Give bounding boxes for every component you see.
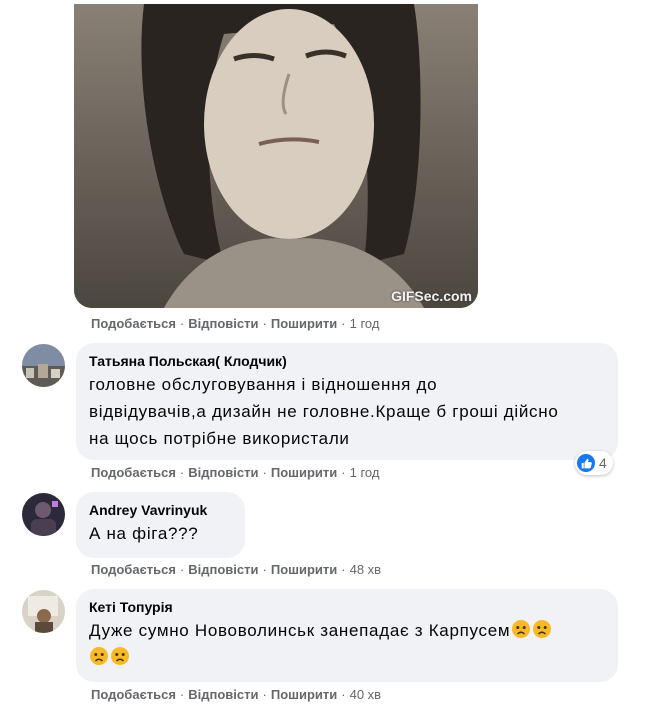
comment-bubble: Кеті Топурія Дуже сумно Нововолинськ зан… xyxy=(76,589,618,682)
comment-text-line: відвідувачів,а дизайн не головне.Краще б… xyxy=(89,402,559,421)
comment-author[interactable]: Кеті Топурія xyxy=(89,598,605,617)
separator-dot: · xyxy=(341,316,346,331)
comment-bubble: Татьяна Польская( Клодчик) головне обслу… xyxy=(76,343,618,460)
comment-timestamp[interactable]: 1 год xyxy=(350,316,380,331)
comment-timestamp[interactable]: 40 хв xyxy=(350,687,381,702)
avatar[interactable] xyxy=(22,590,65,633)
comment-text-line: А на фіга??? xyxy=(89,524,199,543)
share-button[interactable]: Поширити xyxy=(271,316,337,331)
comment-actions: Подобається · Відповісти · Поширити · 1 … xyxy=(91,316,379,331)
separator-dot: · xyxy=(179,687,185,702)
separator-dot: · xyxy=(262,562,267,577)
separator-dot: · xyxy=(262,316,267,331)
separator-dot: · xyxy=(341,562,346,577)
reaction-summary[interactable]: 4 xyxy=(575,451,613,475)
avatar[interactable] xyxy=(22,344,65,387)
reply-button[interactable]: Відповісти xyxy=(188,687,258,702)
comment-text-line: головне обслуговування і відношення до xyxy=(89,375,438,394)
comment-actions: Подобається · Відповісти · Поширити · 48… xyxy=(91,562,381,577)
comment-author[interactable]: Татьяна Польская( Клодчик) xyxy=(89,352,605,371)
comment-text-line xyxy=(89,644,605,671)
share-button[interactable]: Поширити xyxy=(271,465,337,480)
comment-author[interactable]: Andrey Vavrinyuk xyxy=(89,501,232,520)
share-button[interactable]: Поширити xyxy=(271,687,337,702)
like-icon xyxy=(577,454,595,472)
separator-dot: · xyxy=(262,465,267,480)
separator-dot: · xyxy=(179,316,185,331)
share-button[interactable]: Поширити xyxy=(271,562,337,577)
comment-text-line: Дуже сумно Нововолинськ занепадає з Карп… xyxy=(89,617,605,644)
sad-face-emoji-icon xyxy=(90,647,108,665)
like-button[interactable]: Подобається xyxy=(91,687,176,702)
separator-dot: · xyxy=(179,465,185,480)
gif-image xyxy=(74,4,478,308)
sad-face-emoji-icon xyxy=(111,647,129,665)
reaction-count: 4 xyxy=(599,455,607,471)
comment-actions: Подобається · Відповісти · Поширити · 40… xyxy=(91,687,381,702)
gif-watermark: GIFSec.com xyxy=(391,288,472,304)
reply-button[interactable]: Відповісти xyxy=(188,465,258,480)
comment-timestamp[interactable]: 1 год xyxy=(350,465,380,480)
comment-text: Дуже сумно Нововолинськ занепадає з Карп… xyxy=(89,621,511,640)
like-button[interactable]: Подобається xyxy=(91,562,176,577)
like-button[interactable]: Подобається xyxy=(91,316,176,331)
avatar[interactable] xyxy=(22,493,65,536)
separator-dot: · xyxy=(341,465,346,480)
reply-button[interactable]: Відповісти xyxy=(188,316,258,331)
sad-face-emoji-icon xyxy=(533,620,552,638)
separator-dot: · xyxy=(262,687,267,702)
comment-text-line: на щось потрібне використали xyxy=(89,429,350,448)
like-button[interactable]: Подобається xyxy=(91,465,176,480)
separator-dot: · xyxy=(179,562,185,577)
comment-timestamp[interactable]: 48 хв xyxy=(350,562,381,577)
reply-button[interactable]: Відповісти xyxy=(188,562,258,577)
separator-dot: · xyxy=(341,687,346,702)
gif-attachment[interactable]: GIFSec.com xyxy=(74,4,478,308)
comment-actions: Подобається · Відповісти · Поширити · 1 … xyxy=(91,465,379,480)
comment-bubble: Andrey Vavrinyuk А на фіга??? xyxy=(76,492,245,558)
sad-face-emoji-icon xyxy=(512,620,531,638)
